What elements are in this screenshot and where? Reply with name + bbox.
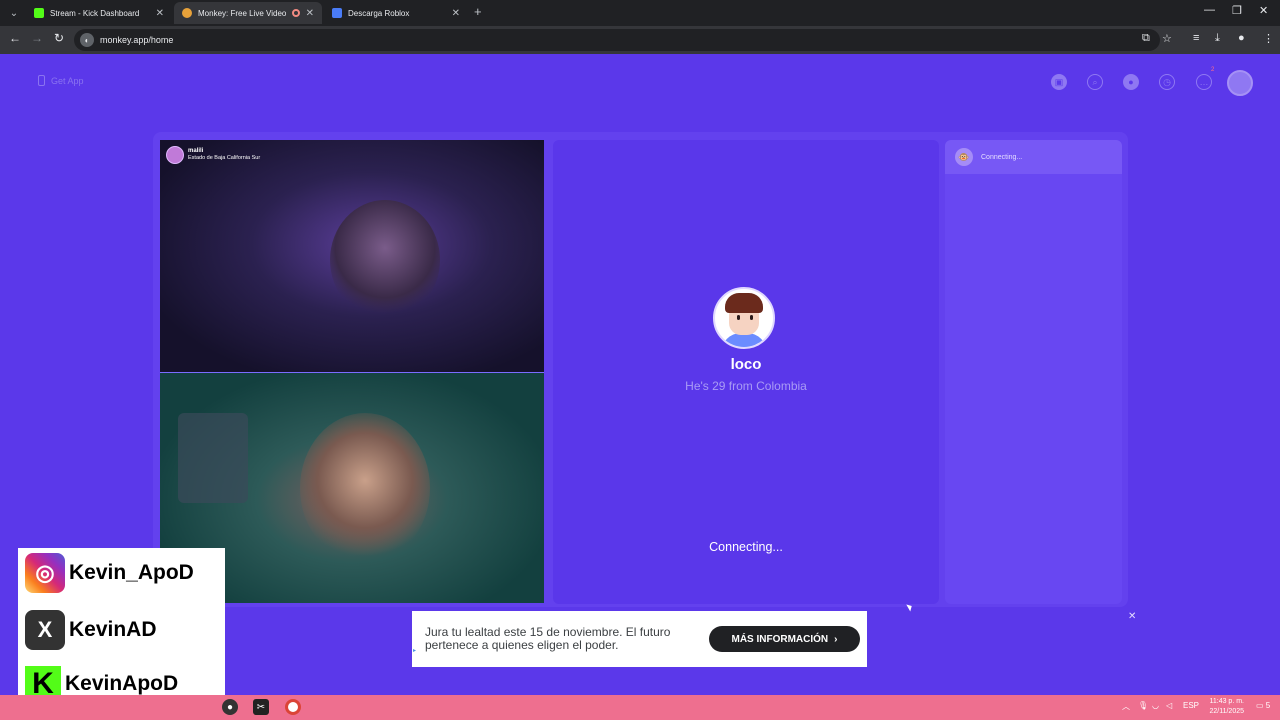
shop-icon[interactable]: ▣ (1051, 74, 1067, 90)
download-icon[interactable]: ⤓ (1215, 32, 1220, 45)
instagram-icon: ◎ (25, 553, 65, 593)
mic-icon[interactable]: 🎙 (1138, 701, 1148, 710)
tab-title: Monkey: Free Live Video Cl (198, 8, 288, 18)
tray-chevron-icon[interactable]: ︿ (1122, 701, 1130, 712)
wifi-icon[interactable]: ◡ (1152, 701, 1159, 710)
match-subtitle: He's 29 from Colombia (685, 379, 807, 393)
language-indicator[interactable]: ESP (1183, 701, 1199, 710)
avatar-eye (750, 315, 753, 320)
monkey-icon: 🐵 (955, 148, 973, 166)
x-row: X KevinAD (25, 610, 157, 650)
ad-text: Jura tu lealtad este 15 de noviembre. El… (425, 625, 671, 652)
avatar-eye (737, 315, 740, 320)
ad-button-label: MÁS INFORMACIÓN (731, 633, 829, 645)
close-tab-icon[interactable]: ✕ (156, 8, 164, 19)
match-name: loco (730, 356, 762, 373)
remote-video: malili Estado de Baja California Sur (160, 140, 544, 372)
user-avatar[interactable] (1227, 70, 1253, 96)
clock-time: 11:43 p. m. (1209, 698, 1244, 705)
recording-icon (291, 9, 300, 17)
tab-title: Descarga Roblox (348, 8, 410, 18)
capcut-icon[interactable]: ✂ (253, 699, 269, 715)
reload-icon[interactable]: ↻ (54, 31, 64, 45)
notification-badge: 2 (1211, 67, 1215, 73)
kick-handle: KevinApoD (65, 672, 179, 695)
url-text: monkey.app/home (100, 35, 174, 45)
remote-location: Estado de Baja California Sur (188, 155, 261, 161)
tab-roblox[interactable]: Descarga Roblox ✕ (324, 2, 468, 24)
x-handle: KevinAD (69, 618, 157, 641)
get-app-link[interactable]: Get App (38, 75, 84, 86)
clock-date: 22/11/2025 (1209, 708, 1244, 715)
messages-icon[interactable]: … (1196, 74, 1212, 90)
site-info-icon[interactable]: ◐ (80, 33, 94, 47)
notification-center[interactable]: ▭ 5 (1256, 701, 1270, 710)
chrome-icon[interactable] (285, 699, 301, 715)
ad-banner[interactable]: Jura tu lealtad este 15 de noviembre. El… (412, 611, 867, 667)
history-icon[interactable]: ◷ (1159, 74, 1175, 90)
address-bar[interactable]: ◐ monkey.app/home (74, 29, 1160, 51)
instagram-handle: Kevin_ApoD (69, 561, 194, 584)
phone-icon (38, 75, 45, 86)
clock[interactable]: 11:43 p. m. 22/11/2025 (1200, 697, 1244, 717)
chevron-right-icon: › (834, 633, 838, 645)
roblox-favicon-icon (332, 8, 342, 18)
translate-icon[interactable]: ⧉ (1142, 32, 1150, 45)
local-person (300, 413, 430, 563)
remote-avatar (166, 146, 184, 164)
taskbar: ● ✂ ︿ 🎙 ◡ ◁ ESP 11:43 p. m. 22/11/2025 ▭… (0, 695, 1280, 720)
tab-monkey[interactable]: Monkey: Free Live Video Cl ✕ (174, 2, 322, 24)
forward-icon[interactable]: → (31, 31, 43, 45)
close-tab-icon[interactable]: ✕ (452, 8, 460, 19)
match-avatar (713, 287, 775, 349)
x-logo-icon: X (25, 610, 65, 650)
avatar-hair (725, 293, 763, 313)
chat-status: Connecting... (981, 153, 1023, 161)
remote-peer-tag: malili Estado de Baja California Sur (166, 146, 260, 164)
avatar-body (721, 333, 767, 347)
monkey-favicon-icon (182, 8, 192, 18)
menu-kebab-icon[interactable]: ⋮ (1263, 32, 1274, 45)
remote-person (330, 200, 440, 320)
bookmark-star-icon[interactable]: ☆ (1162, 32, 1172, 45)
close-tab-icon[interactable]: ✕ (306, 8, 314, 19)
match-panel: loco He's 29 from Colombia Connecting... (553, 140, 939, 604)
chat-header: 🐵 Connecting... (945, 140, 1122, 174)
tab-kick-dashboard[interactable]: Stream - Kick Dashboard ✕ (26, 2, 172, 24)
notification-count: 5 (1265, 701, 1271, 710)
chat-panel: 🐵 Connecting... (945, 140, 1122, 604)
media-control-icon[interactable]: ≡ (1193, 32, 1199, 44)
tab-search-icon[interactable]: ⌄ (6, 5, 22, 21)
ad-close-button[interactable]: ✕ (1128, 611, 1136, 622)
tab-title: Stream - Kick Dashboard (50, 8, 140, 18)
minimize-icon[interactable]: — (1204, 4, 1215, 16)
ad-choices-icon[interactable]: ▸ (413, 647, 419, 661)
get-app-label: Get App (51, 75, 84, 86)
back-icon[interactable]: ← (9, 31, 21, 45)
search-icon[interactable]: ⌕ (1087, 74, 1103, 90)
background-poster (178, 413, 248, 503)
close-window-icon[interactable]: ✕ (1259, 4, 1268, 17)
notification-icon: ▭ (1256, 701, 1264, 710)
volume-icon[interactable]: ◁ (1166, 701, 1172, 710)
social-overlay: ◎ Kevin_ApoD X KevinAD K KevinApoD (18, 548, 225, 708)
profile-icon[interactable]: ● (1238, 32, 1245, 44)
maximize-icon[interactable]: ❐ (1232, 4, 1242, 17)
kick-favicon-icon (34, 8, 44, 18)
obs-icon[interactable]: ● (222, 699, 238, 715)
ad-more-info-button[interactable]: MÁS INFORMACIÓN › (709, 626, 860, 652)
connecting-status: Connecting... (709, 540, 783, 554)
coin-icon[interactable]: ● (1123, 74, 1139, 90)
tab-bar: ⌄ Stream - Kick Dashboard ✕ Monkey: Free… (0, 0, 1280, 26)
instagram-row: ◎ Kevin_ApoD (25, 553, 194, 593)
new-tab-button[interactable]: + (474, 4, 482, 19)
remote-name: malili (188, 148, 204, 154)
browser-toolbar: ← → ↻ ◐ monkey.app/home ⧉ ☆ ≡ ⤓ ● ⋮ (0, 26, 1280, 54)
